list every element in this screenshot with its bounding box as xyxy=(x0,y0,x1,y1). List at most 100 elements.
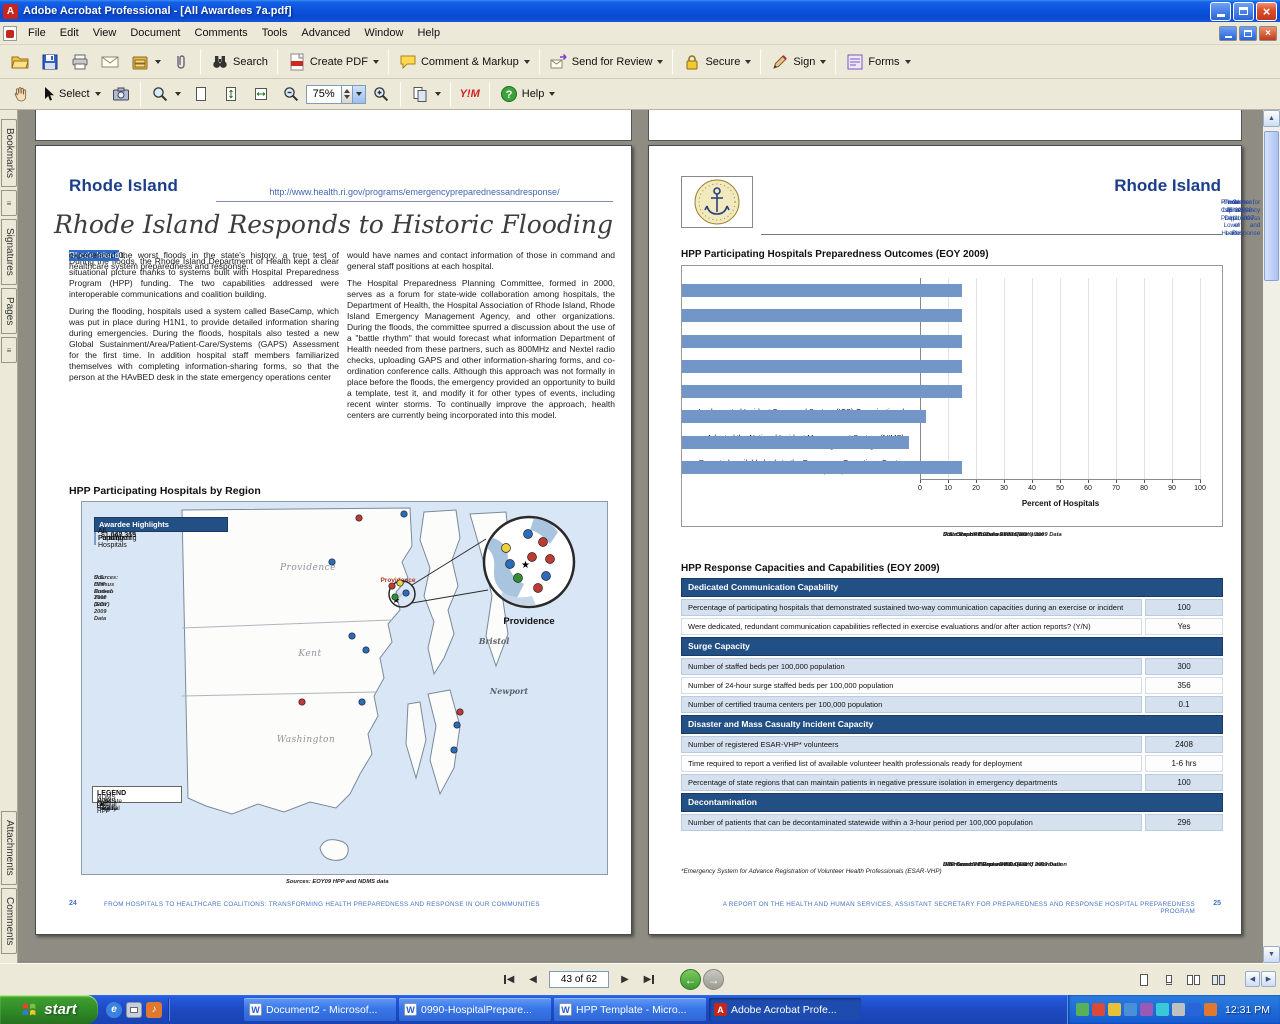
taskbar-window-button[interactable]: WHPP Template - Micro... xyxy=(554,998,706,1021)
actual-size-button[interactable] xyxy=(186,81,216,108)
forms-button[interactable]: Forms xyxy=(840,48,915,75)
last-page-button[interactable]: ▶ xyxy=(638,969,660,990)
search-button[interactable]: Search xyxy=(205,48,273,75)
start-button[interactable]: start xyxy=(0,995,98,1024)
comment-markup-button[interactable]: Comment & Markup xyxy=(393,48,535,75)
quicklaunch-ie-icon[interactable]: e xyxy=(106,1002,122,1018)
menu-item-help[interactable]: Help xyxy=(410,24,447,42)
tray-icon[interactable] xyxy=(1108,1003,1121,1016)
fit-page-button[interactable] xyxy=(216,81,246,108)
previous-view-button[interactable]: ← xyxy=(680,969,701,990)
sign-button[interactable]: Sign xyxy=(765,48,831,75)
create-pdf-icon xyxy=(287,52,307,72)
menu-item-advanced[interactable]: Advanced xyxy=(294,24,357,42)
view-single-page-button[interactable] xyxy=(1132,969,1155,991)
mdi-close-button[interactable]: × xyxy=(1259,26,1277,41)
taskbar-window-button[interactable]: W0990-HospitalPrepare... xyxy=(399,998,551,1021)
tray-clock[interactable]: 12:31 PM xyxy=(1225,1004,1270,1016)
attach-button[interactable] xyxy=(166,48,196,75)
sidebar-tab-pages[interactable]: Pages xyxy=(1,288,17,334)
page-number-field[interactable]: 43 of 62 xyxy=(549,971,609,988)
first-page-button[interactable]: ◀ xyxy=(498,969,520,990)
document-area[interactable]: Rhode Island http://www.health.ri.gov/pr… xyxy=(18,110,1263,963)
print-button[interactable] xyxy=(65,48,95,75)
taskbar-window-button[interactable]: AAdobe Acrobat Profe... xyxy=(709,998,861,1021)
select-tool-button[interactable]: Select xyxy=(35,81,106,108)
hand-tool-button[interactable] xyxy=(5,81,35,108)
zoom-tool-button[interactable] xyxy=(145,81,186,108)
quicklaunch-show-desktop-icon[interactable] xyxy=(126,1002,142,1018)
fit-width-button[interactable] xyxy=(246,81,276,108)
page-number: 24 xyxy=(69,900,77,907)
acrobat-app-icon: A xyxy=(3,4,18,19)
zoom-out-button[interactable] xyxy=(276,81,306,108)
tray-icon[interactable] xyxy=(1076,1003,1089,1016)
state-health-url[interactable]: http://www.health.ri.gov/programs/emerge… xyxy=(216,187,613,197)
tray-icon[interactable] xyxy=(1172,1003,1185,1016)
view-facing-button[interactable] xyxy=(1182,969,1205,991)
close-button[interactable]: × xyxy=(1256,2,1277,21)
toolbar-separator xyxy=(489,82,490,107)
facility-dot-hpp xyxy=(506,560,515,569)
snapshot-tool-button[interactable] xyxy=(106,81,136,108)
next-view-button[interactable]: → xyxy=(703,969,724,990)
scrollbar-thumb[interactable] xyxy=(1264,131,1279,281)
help-button[interactable]: ?Help xyxy=(494,81,561,108)
mdi-restore-button[interactable] xyxy=(1239,26,1257,41)
create-pdf-button[interactable]: Create PDF xyxy=(282,48,384,75)
previous-page-button[interactable]: ◀ xyxy=(522,969,544,990)
email-button[interactable] xyxy=(95,48,125,75)
send-for-review-button[interactable]: Send for Review xyxy=(544,48,669,75)
view-continuous-facing-button[interactable] xyxy=(1207,969,1230,991)
sidebar-tab-comments[interactable]: Comments xyxy=(1,888,17,954)
menu-item-window[interactable]: Window xyxy=(357,24,410,42)
next-page-button[interactable]: ▶ xyxy=(614,969,636,990)
single-page-icon xyxy=(1140,974,1148,986)
layers-tab-icon[interactable]: ≡ xyxy=(1,190,17,216)
maximize-button[interactable] xyxy=(1233,2,1254,21)
sidebar-tab-bookmarks[interactable]: Bookmarks xyxy=(1,119,17,187)
tray-icon[interactable] xyxy=(1188,1003,1201,1016)
zoom-dropdown-button[interactable] xyxy=(353,85,366,104)
story-title: Rhode Island Responds to Historic Floodi… xyxy=(36,210,631,239)
mdi-minimize-button[interactable] xyxy=(1219,26,1237,41)
menu-item-file[interactable]: File xyxy=(21,24,53,42)
horizontal-scroll-buttons: ◀ ▶ xyxy=(1245,971,1276,987)
scroll-down-button[interactable]: ▼ xyxy=(1263,946,1280,963)
sidebar-tab-signatures[interactable]: Signatures xyxy=(1,219,17,285)
zoom-level-combobox[interactable]: 75% xyxy=(306,85,353,104)
zoom-spinner[interactable] xyxy=(341,86,352,103)
taskbar-window-button[interactable]: WDocument2 - Microsof... xyxy=(244,998,396,1021)
tray-icon[interactable] xyxy=(1140,1003,1153,1016)
tray-icon[interactable] xyxy=(1124,1003,1137,1016)
organizer-button[interactable] xyxy=(125,48,166,75)
axis-tick-mark xyxy=(1116,480,1117,483)
menu-item-document[interactable]: Document xyxy=(123,24,187,42)
menu-item-tools[interactable]: Tools xyxy=(255,24,295,42)
scroll-up-button[interactable]: ▲ xyxy=(1263,110,1280,127)
axis-tick-label: 80 xyxy=(1135,485,1153,492)
save-button[interactable] xyxy=(35,48,65,75)
vertical-scrollbar[interactable]: ▲ ▼ xyxy=(1263,110,1280,963)
tray-icon[interactable] xyxy=(1204,1003,1217,1016)
navigation-tab-strip: Bookmarks ≡ Signatures Pages ≡ Attachments Co… xyxy=(0,110,18,963)
minimize-button[interactable] xyxy=(1210,2,1231,21)
open-button[interactable] xyxy=(5,48,35,75)
scroll-right-button[interactable]: ▶ xyxy=(1261,971,1276,987)
secure-button[interactable]: Secure xyxy=(677,48,756,75)
yahoo-messenger-button[interactable]: Y!M xyxy=(455,81,485,108)
zoom-in-button[interactable] xyxy=(366,81,396,108)
tray-icon[interactable] xyxy=(1156,1003,1169,1016)
view-continuous-button[interactable] xyxy=(1157,969,1180,991)
scroll-left-button[interactable]: ◀ xyxy=(1245,971,1260,987)
menu-item-view[interactable]: View xyxy=(86,24,124,42)
howto-tab-icon[interactable]: ≡ xyxy=(1,337,17,363)
sidebar-tab-attachments[interactable]: Attachments xyxy=(1,811,17,885)
facility-dot-hpp xyxy=(451,747,457,753)
menu-item-comments[interactable]: Comments xyxy=(188,24,255,42)
page-layout-button[interactable] xyxy=(405,81,446,108)
zoom-toolbar: Select 75% Y!M ?Help xyxy=(0,79,1280,110)
menu-item-edit[interactable]: Edit xyxy=(53,24,86,42)
quicklaunch-app-icon[interactable]: ♪ xyxy=(146,1002,162,1018)
tray-icon[interactable] xyxy=(1092,1003,1105,1016)
